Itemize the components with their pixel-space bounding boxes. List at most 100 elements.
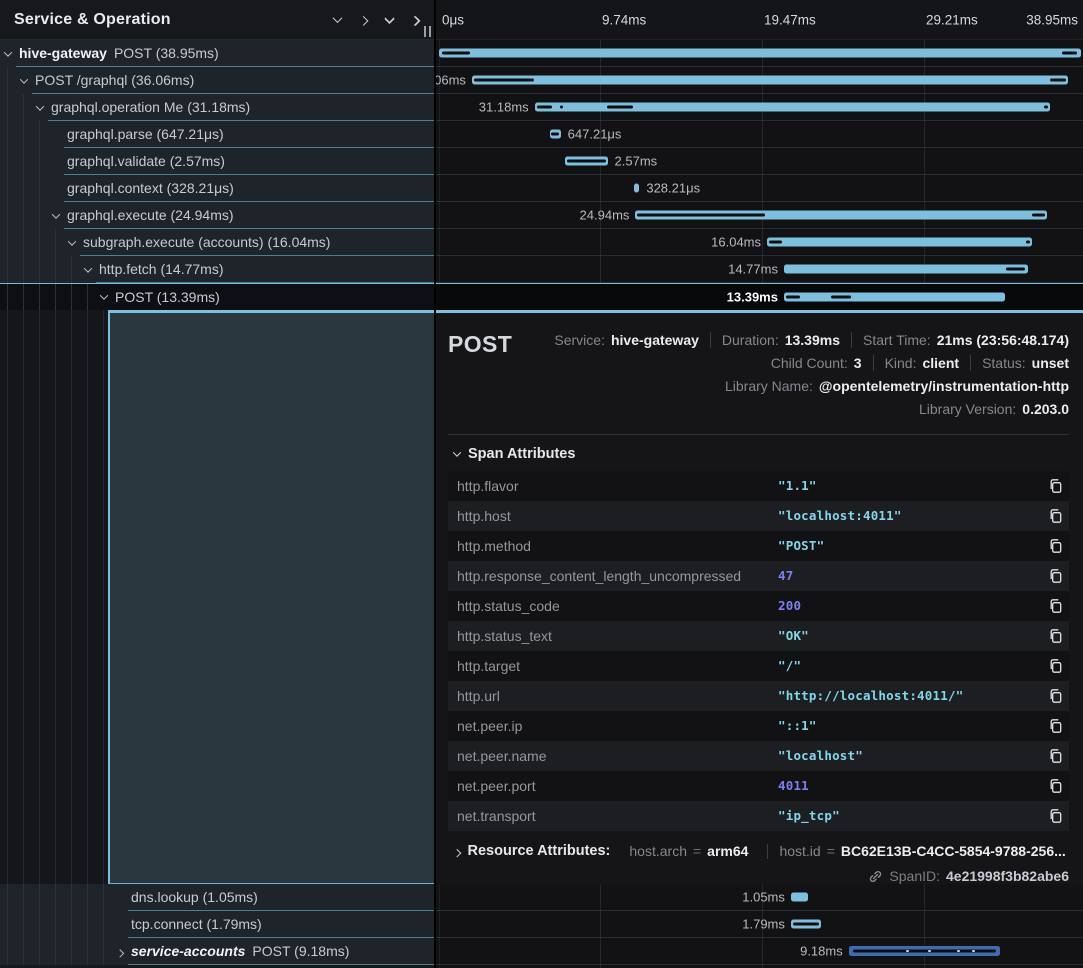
span-timeline-row[interactable]: 36.06ms	[436, 67, 1083, 94]
span-toggle[interactable]	[96, 284, 112, 310]
trace-viewer: Service & Operation hive-gateway POST (3…	[0, 0, 1083, 968]
chevron-down-icon[interactable]	[324, 7, 350, 33]
span-toggle[interactable]	[112, 911, 128, 938]
span-toggle[interactable]	[48, 175, 64, 202]
child-span-mark	[637, 214, 764, 217]
span-timeline-row[interactable]: 2.57ms	[436, 148, 1083, 175]
copy-icon[interactable]	[1041, 628, 1069, 644]
attribute-key: http.response_content_length_uncompresse…	[448, 568, 778, 584]
child-span-mark	[607, 106, 633, 109]
span-toggle[interactable]	[112, 938, 128, 965]
span-timeline-row[interactable]: 13.39ms	[436, 283, 1083, 310]
span-tree-row[interactable]: POST (13.39ms)	[0, 283, 434, 310]
span-timeline-row[interactable]: 1.05ms	[436, 884, 1083, 911]
copy-icon[interactable]	[1041, 478, 1069, 494]
span-toggle[interactable]	[112, 884, 128, 911]
tree-rows-top: hive-gateway POST (38.95ms) POST /graphq…	[0, 40, 434, 310]
attribute-value: "http://localhost:4011/"	[778, 688, 1041, 703]
meta-item: Duration:13.39ms	[710, 332, 851, 348]
meta-value: 3	[854, 355, 862, 371]
attribute-row: net.peer.port 4011	[448, 771, 1069, 801]
timeline-rows-bottom: 1.05ms 1.79ms 9.18ms	[436, 884, 1083, 965]
axis-tick-label: 29.21ms	[926, 12, 978, 27]
indent-guides	[0, 229, 64, 256]
copy-icon[interactable]	[1041, 538, 1069, 554]
chevron-right-icon[interactable]	[350, 7, 376, 33]
span-toggle[interactable]	[64, 229, 80, 256]
axis-tick-label: 9.74ms	[602, 12, 646, 27]
span-bar[interactable]	[767, 238, 1032, 247]
span-toggle[interactable]	[48, 121, 64, 148]
double-chevron-down-icon[interactable]	[376, 7, 402, 33]
copy-icon[interactable]	[1041, 808, 1069, 824]
span-tree-row[interactable]: graphql.parse (647.21μs)	[0, 121, 434, 148]
resource-attributes-title: Resource Attributes:	[468, 844, 611, 859]
axis-tick-label: 19.47ms	[764, 12, 816, 27]
span-name-duration: POST (13.39ms)	[115, 289, 220, 305]
copy-icon[interactable]	[1041, 718, 1069, 734]
span-tree-row[interactable]: POST /graphql (36.06ms)	[0, 67, 434, 94]
span-duration-label: 31.18ms	[479, 100, 529, 115]
span-toggle[interactable]	[48, 148, 64, 175]
span-tree-row[interactable]: graphql.context (328.21μs)	[0, 175, 434, 202]
attribute-row: http.host "localhost:4011"	[448, 501, 1069, 531]
copy-icon[interactable]	[1041, 508, 1069, 524]
link-icon	[868, 869, 883, 884]
meta-line: Library Name:@opentelemetry/instrumentat…	[714, 375, 1069, 397]
span-attributes-header[interactable]: Span Attributes	[448, 435, 1069, 471]
span-bar[interactable]	[634, 184, 639, 193]
span-tree-row[interactable]: http.fetch (14.77ms)	[0, 256, 434, 283]
copy-icon[interactable]	[1041, 598, 1069, 614]
meta-item: Library Version:0.203.0	[908, 401, 1069, 417]
child-span-mark	[1032, 214, 1045, 217]
span-name-duration: http.fetch (14.77ms)	[99, 261, 224, 277]
span-timeline-row[interactable]: 24.94ms	[436, 202, 1083, 229]
span-timeline-row[interactable]: 16.04ms	[436, 229, 1083, 256]
span-duration-label: 2.57ms	[615, 154, 658, 169]
span-tree-row[interactable]: graphql.operation Me (31.18ms)	[0, 94, 434, 121]
meta-label: Start Time:	[863, 332, 931, 348]
span-timeline-row[interactable]: 14.77ms	[436, 256, 1083, 283]
span-id-label: SpanID:	[889, 868, 940, 884]
meta-item: Library Name:@opentelemetry/instrumentat…	[714, 378, 1069, 394]
span-tree-row[interactable]: graphql.validate (2.57ms)	[0, 148, 434, 175]
span-duration-label: 1.79ms	[742, 917, 785, 932]
resource-attributes-row[interactable]: Resource Attributes: host.arch=arm64host…	[448, 844, 1069, 859]
span-timeline-row[interactable]: 1.79ms	[436, 911, 1083, 938]
span-toggle[interactable]	[0, 40, 16, 67]
span-toggle[interactable]	[80, 256, 96, 283]
span-bar[interactable]	[472, 76, 1068, 85]
span-toggle[interactable]	[32, 94, 48, 121]
span-name-duration: dns.lookup (1.05ms)	[131, 889, 258, 905]
span-timeline-row[interactable]: 647.21μs	[436, 121, 1083, 148]
copy-icon[interactable]	[1041, 748, 1069, 764]
span-tree-row[interactable]: tcp.connect (1.79ms)	[0, 911, 434, 938]
span-tree-row[interactable]: dns.lookup (1.05ms)	[0, 884, 434, 911]
attribute-value: "ip_tcp"	[778, 808, 1041, 823]
copy-icon[interactable]	[1041, 688, 1069, 704]
span-tree-row[interactable]: subgraph.execute (accounts) (16.04ms)	[0, 229, 434, 256]
span-timeline-row[interactable]: 38.95ms	[436, 40, 1083, 67]
span-tree-row[interactable]: hive-gateway POST (38.95ms)	[0, 40, 434, 67]
span-name-duration: subgraph.execute (accounts) (16.04ms)	[83, 234, 330, 250]
span-bar[interactable]	[784, 265, 1028, 274]
span-id-row: SpanID: 4e21998f3b82abe6	[448, 868, 1069, 884]
span-timeline-row[interactable]: 328.21μs	[436, 175, 1083, 202]
span-name-duration: POST (9.18ms)	[252, 943, 349, 959]
copy-icon[interactable]	[1041, 568, 1069, 584]
span-bar[interactable]	[791, 893, 808, 902]
indent-guides	[0, 310, 108, 884]
span-tree-row[interactable]: service-accounts POST (9.18ms)	[0, 938, 434, 965]
span-tree-row[interactable]: graphql.execute (24.94ms)	[0, 202, 434, 229]
copy-icon[interactable]	[1041, 658, 1069, 674]
span-toggle[interactable]	[16, 67, 32, 94]
attribute-key: net.transport	[448, 808, 778, 824]
span-bar[interactable]	[784, 293, 1005, 302]
span-timeline-row[interactable]: 9.18ms	[436, 938, 1083, 965]
copy-icon[interactable]	[1041, 778, 1069, 794]
span-toggle[interactable]	[48, 202, 64, 229]
pane-resize-handle[interactable]	[424, 26, 431, 37]
span-bar[interactable]	[439, 49, 1081, 58]
span-timeline-row[interactable]: 31.18ms	[436, 94, 1083, 121]
meta-line: Library Version:0.203.0	[908, 398, 1069, 420]
